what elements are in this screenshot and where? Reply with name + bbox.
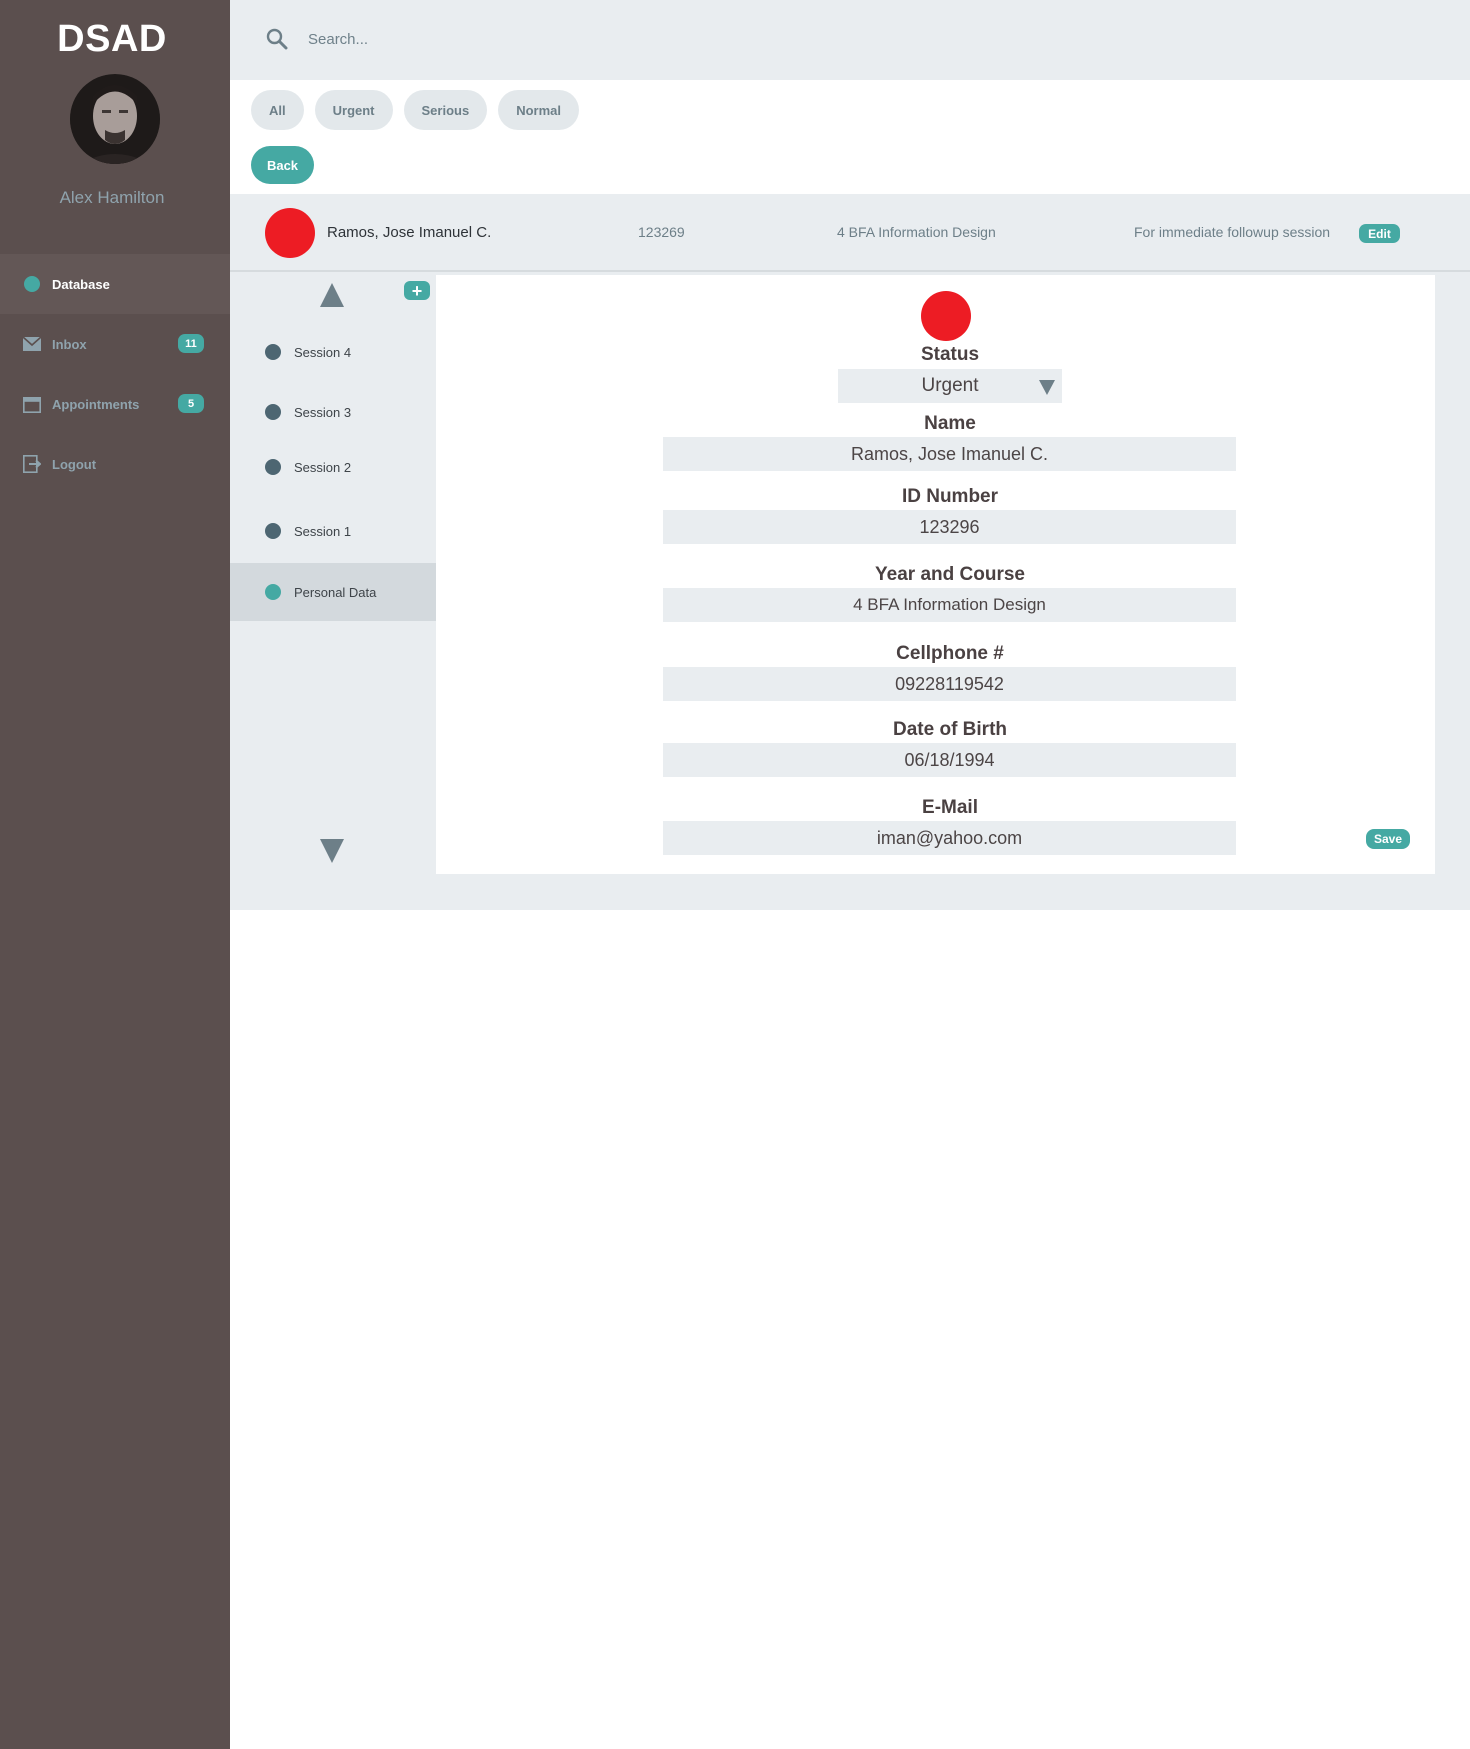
dob-field[interactable]: 06/18/1994	[663, 743, 1236, 777]
mail-icon	[22, 334, 42, 354]
session-dot-icon	[265, 584, 281, 600]
dob-label: Date of Birth	[893, 719, 1007, 740]
session-label: Session 3	[294, 404, 352, 420]
filter-all-button[interactable]: All	[251, 90, 304, 130]
user-name: Alex Hamilton	[59, 188, 165, 207]
edit-button[interactable]: Edit	[1359, 224, 1400, 243]
session-label: Session 2	[294, 459, 352, 475]
inbox-count-badge: 11	[178, 334, 204, 353]
sidebar-item-inbox[interactable]: Inbox 11	[0, 314, 230, 374]
session-dot-icon	[265, 459, 281, 475]
patient-note: For immediate followup session	[1134, 224, 1331, 240]
brand-logo: DSAD	[57, 18, 167, 60]
filter-urgent-button[interactable]: Urgent	[314, 90, 393, 130]
session-item-3[interactable]: Session 3	[230, 383, 436, 441]
sidebar-item-appointments[interactable]: Appointments 5	[0, 374, 230, 434]
sidebar-item-label: Logout	[52, 456, 97, 472]
sidebar-item-logout[interactable]: Logout	[0, 434, 230, 494]
sidebar-item-label: Inbox	[52, 336, 87, 352]
search-input[interactable]	[308, 24, 808, 54]
dot-icon	[22, 274, 42, 294]
session-dot-icon	[265, 344, 281, 360]
calendar-icon	[22, 394, 42, 414]
sidebar-nav: Database Inbox 11 Appointments 5 Logout	[0, 254, 230, 494]
search-icon[interactable]	[266, 28, 288, 50]
session-item-personal-data[interactable]: Personal Data	[230, 563, 436, 621]
scroll-up-icon[interactable]	[320, 283, 344, 307]
session-item-1[interactable]: Session 1	[230, 502, 436, 560]
email-label: E-Mail	[922, 797, 978, 818]
sidebar: DSAD Alex Hamilton Database Inbox 11 App…	[0, 0, 230, 1749]
status-indicator-large	[921, 291, 971, 341]
logout-icon	[22, 454, 42, 474]
appointments-count-badge: 5	[178, 394, 204, 413]
add-session-button[interactable]: +	[404, 281, 430, 300]
save-button[interactable]: Save	[1366, 829, 1410, 849]
patient-course: 4 BFA Information Design	[837, 224, 996, 240]
year-course-label: Year and Course	[875, 564, 1025, 585]
session-dot-icon	[265, 404, 281, 420]
status-select[interactable]: Urgent	[838, 369, 1062, 403]
filter-normal-button[interactable]: Normal	[498, 90, 579, 130]
name-field[interactable]: Ramos, Jose Imanuel C.	[663, 437, 1236, 471]
chevron-down-icon[interactable]	[1039, 380, 1055, 395]
name-label: Name	[924, 413, 976, 434]
status-label: Status	[920, 344, 980, 365]
patient-summary-row[interactable]: Ramos, Jose Imanuel C. 123269 4 BFA Info…	[230, 194, 1470, 272]
email-field[interactable]: iman@yahoo.com	[663, 821, 1236, 855]
session-label: Session 4	[294, 344, 352, 360]
session-label: Personal Data	[294, 584, 377, 600]
id-number-label: ID Number	[901, 486, 999, 507]
back-button[interactable]: Back	[251, 146, 314, 184]
year-course-field[interactable]: 4 BFA Information Design	[663, 588, 1236, 622]
id-number-field[interactable]: 123296	[663, 510, 1236, 544]
session-item-4[interactable]: Session 4	[230, 323, 436, 381]
sidebar-item-label: Database	[52, 276, 110, 292]
scroll-down-icon[interactable]	[320, 839, 344, 863]
sidebar-item-database[interactable]: Database	[0, 254, 230, 314]
status-indicator	[265, 208, 315, 258]
session-item-2[interactable]: Session 2	[230, 438, 436, 496]
cellphone-label: Cellphone #	[896, 643, 1004, 664]
filter-group: All Urgent Serious Normal	[251, 90, 579, 130]
avatar[interactable]	[70, 74, 160, 164]
search-bar	[230, 0, 1470, 80]
sidebar-item-label: Appointments	[52, 396, 140, 412]
avatar-image	[70, 74, 160, 164]
plus-icon: +	[411, 280, 423, 301]
patient-name: Ramos, Jose Imanuel C.	[327, 224, 492, 241]
session-label: Session 1	[294, 523, 352, 539]
filter-serious-button[interactable]: Serious	[403, 90, 488, 130]
session-dot-icon	[265, 523, 281, 539]
patient-id: 123269	[638, 224, 685, 240]
cellphone-field[interactable]: 09228119542	[663, 667, 1236, 701]
